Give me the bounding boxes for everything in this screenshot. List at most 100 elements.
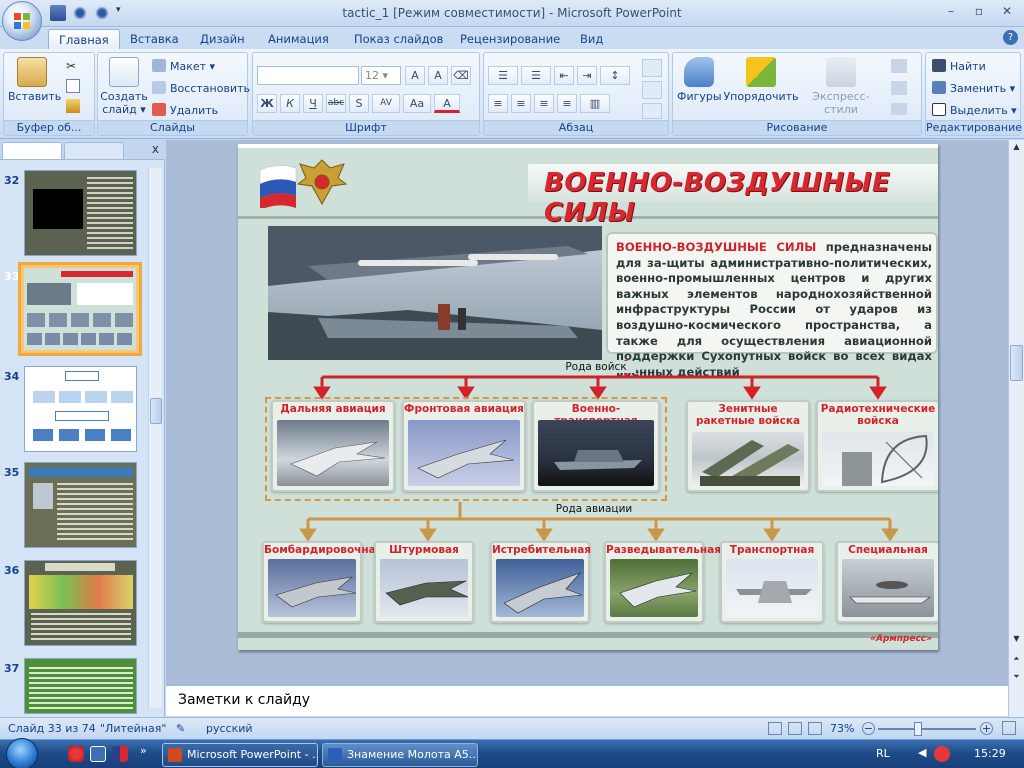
card-attack[interactable]: Штурмовая	[374, 541, 474, 623]
card-reconnaissance[interactable]: Разведывательная	[604, 541, 721, 623]
zoom-level[interactable]: 73%	[830, 722, 854, 735]
input-language[interactable]: RL	[876, 747, 890, 760]
slide-sorter-icon[interactable]	[788, 722, 802, 735]
shape-outline-icon[interactable]	[891, 81, 907, 95]
slideshow-view-icon[interactable]	[808, 722, 822, 735]
theme-name[interactable]: "Литейная"	[100, 722, 166, 735]
zoom-slider-knob[interactable]	[914, 722, 922, 736]
card-air-defense-troops[interactable]: Зенитные ракетные войска	[686, 400, 810, 492]
current-slide[interactable]: ВОЕННО-ВОЗДУШНЫЕ СИЛЫ ВОЕННО-ВОЗДУШНЫЕ С…	[238, 144, 938, 650]
tab-slideshow[interactable]: Показ слайдов	[344, 29, 453, 49]
card-fighter[interactable]: Истребительная	[490, 541, 591, 623]
tab-view[interactable]: Вид	[570, 29, 613, 49]
maximize-button[interactable]: ▫	[966, 2, 992, 20]
slide-thumbnail-35[interactable]	[24, 462, 137, 548]
paste-button[interactable]: Вставить	[8, 57, 61, 103]
tab-insert[interactable]: Вставка	[120, 29, 189, 49]
bullets-button[interactable]: ☰	[488, 66, 518, 85]
decrease-indent-button[interactable]: ⇤	[554, 66, 574, 85]
close-button[interactable]: ✕	[994, 2, 1020, 20]
slide-thumbnail-34[interactable]	[24, 366, 137, 452]
numbering-button[interactable]: ☰	[521, 66, 551, 85]
align-text-icon[interactable]	[642, 81, 662, 99]
shapes-button[interactable]: Фигуры	[677, 57, 722, 103]
notes-pane[interactable]: Заметки к слайду	[166, 684, 1008, 716]
tab-outline[interactable]	[64, 142, 124, 159]
main-vertical-scrollbar[interactable]: ▲ ▼ ⏶ ⏷	[1008, 140, 1024, 724]
font-size-combo[interactable]: 12 ▾	[361, 66, 401, 85]
more-quicklaunch-icon[interactable]: »	[140, 744, 147, 757]
columns-button[interactable]: ▥	[580, 94, 610, 113]
previous-slide-icon[interactable]: ⏶	[1009, 654, 1024, 664]
normal-view-icon[interactable]	[768, 722, 782, 735]
shape-fill-icon[interactable]	[891, 59, 907, 73]
card-radio-technical-troops[interactable]: Радиотехнические войска	[816, 400, 938, 492]
shrink-font-button[interactable]: A	[428, 66, 448, 85]
close-panel-icon[interactable]: x	[152, 142, 159, 156]
help-icon[interactable]: ?	[1003, 30, 1018, 45]
scroll-down-icon[interactable]: ▼	[1009, 634, 1024, 643]
scroll-up-icon[interactable]: ▲	[1009, 142, 1024, 151]
tab-home[interactable]: Главная	[48, 29, 120, 49]
card-bomber[interactable]: Бомбардировочная	[262, 541, 382, 623]
shape-effects-icon[interactable]	[891, 103, 907, 115]
grow-font-button[interactable]: A	[405, 66, 425, 85]
spellcheck-icon[interactable]: ✎	[176, 722, 192, 736]
slide-thumbnail-32[interactable]	[24, 170, 137, 256]
copy-icon[interactable]	[66, 79, 80, 93]
app-icon[interactable]	[112, 746, 128, 762]
card-transport[interactable]: Транспортная	[720, 541, 824, 623]
minimize-button[interactable]: –	[938, 2, 964, 20]
slides-panel-scroll-thumb[interactable]	[150, 398, 162, 424]
smartart-icon[interactable]	[642, 103, 662, 119]
strikethrough-button[interactable]: abc	[326, 94, 346, 113]
clear-format-button[interactable]: ⌫	[451, 66, 471, 85]
card-military-transport-aviation[interactable]: Военно-транспортная авиация	[532, 400, 660, 492]
justify-button[interactable]: ≡	[557, 94, 577, 113]
select-button[interactable]: Выделить ▾	[932, 103, 1017, 117]
next-slide-icon[interactable]: ⏷	[1009, 672, 1024, 682]
language-indicator[interactable]: русский	[206, 722, 253, 735]
reset-button[interactable]: Восстановить	[152, 81, 250, 95]
quick-styles-button[interactable]: Экспресс-стили	[799, 57, 883, 116]
tab-review[interactable]: Рецензирование	[450, 29, 570, 49]
align-right-button[interactable]: ≡	[534, 94, 554, 113]
taskbar-item-powerpoint[interactable]: Microsoft PowerPoint - ...	[162, 743, 318, 767]
increase-indent-button[interactable]: ⇥	[577, 66, 597, 85]
font-name-combo[interactable]	[257, 66, 359, 85]
change-case-button[interactable]: Aa	[403, 94, 431, 113]
spacing-button[interactable]: AV	[372, 94, 400, 113]
arrange-button[interactable]: Упорядочить	[723, 57, 799, 103]
tab-slides[interactable]	[2, 142, 62, 159]
tab-design[interactable]: Дизайн	[190, 29, 255, 49]
align-left-button[interactable]: ≡	[488, 94, 508, 113]
zoom-slider-track[interactable]	[878, 728, 976, 730]
text-direction-icon[interactable]	[642, 59, 662, 77]
replace-button[interactable]: Заменить ▾	[932, 81, 1015, 95]
cut-icon[interactable]: ✂	[66, 59, 80, 73]
line-spacing-button[interactable]: ↕	[600, 66, 630, 85]
italic-button[interactable]: К	[280, 94, 300, 113]
main-scroll-thumb[interactable]	[1010, 345, 1023, 381]
shadow-button[interactable]: S	[349, 94, 369, 113]
slide-thumbnail-36[interactable]	[24, 560, 137, 646]
office-button[interactable]	[2, 1, 42, 41]
format-painter-icon[interactable]	[66, 99, 80, 113]
delete-slide-button[interactable]: Удалить	[152, 103, 218, 117]
clock[interactable]: 15:29	[974, 747, 1006, 760]
card-long-range-aviation[interactable]: Дальняя авиация	[271, 400, 395, 492]
layout-button[interactable]: Макет ▾	[152, 59, 215, 73]
zoom-out-icon[interactable]: −	[862, 722, 875, 735]
opera-icon[interactable]	[68, 746, 84, 762]
font-color-button[interactable]: A	[434, 94, 460, 113]
find-button[interactable]: Найти	[932, 59, 986, 73]
tab-animation[interactable]: Анимация	[258, 29, 339, 49]
align-center-button[interactable]: ≡	[511, 94, 531, 113]
tray-app-icon[interactable]	[934, 746, 950, 762]
zoom-in-icon[interactable]: +	[980, 722, 993, 735]
new-slide-button[interactable]: Создать слайд ▾	[100, 57, 148, 116]
vk-icon[interactable]	[90, 746, 106, 762]
card-frontline-aviation[interactable]: Фронтовая авиация	[402, 400, 526, 492]
fit-to-window-icon[interactable]	[1002, 721, 1016, 735]
bold-button[interactable]: Ж	[257, 94, 277, 113]
